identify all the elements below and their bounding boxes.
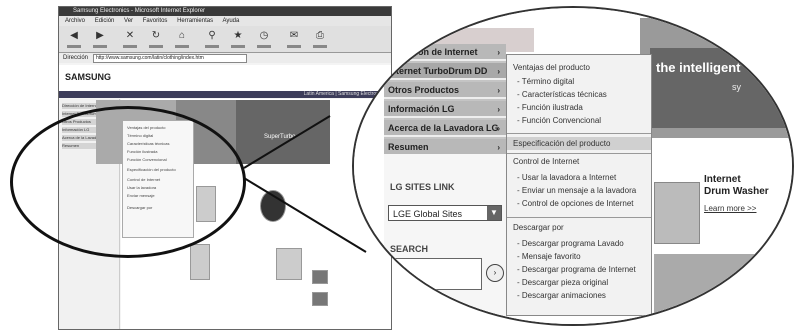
submenu-item[interactable]: - Descargar pieza original <box>517 278 608 287</box>
chevron-down-icon[interactable]: ▼ <box>487 206 501 220</box>
menu-item-label: Internet TurboDrum DD <box>388 66 488 76</box>
search-input[interactable] <box>388 258 482 290</box>
banner-sub: sy <box>732 82 741 92</box>
submenu-item[interactable]: - Control de opciones de Internet <box>517 199 634 208</box>
main-menu-item-acerca[interactable]: Acerca de la Lavadora LG › <box>384 120 506 137</box>
product-title-line2: Drum Washer <box>704 186 769 197</box>
divider <box>507 133 651 134</box>
menu-item-label: Resumen <box>388 142 429 152</box>
submenu-heading[interactable]: Ventajas del producto <box>513 63 590 72</box>
menu-item-label: Otros Productos <box>388 85 460 95</box>
main-menu-item-informacion[interactable]: Información LG › <box>384 101 506 118</box>
main-menu-item-turbodrum[interactable]: Internet TurboDrum DD › <box>384 63 506 80</box>
submenu-item[interactable]: - Función ilustrada <box>517 103 583 112</box>
product-info: Internet Drum Washer Learn more >> <box>704 174 792 234</box>
menu-item-label: Acerca de la Lavadora LG <box>388 123 499 133</box>
menu-item-label: Dirección de Internet <box>388 47 478 57</box>
chevron-right-icon: › <box>497 67 500 76</box>
submenu-item[interactable]: - Descargar programa Lavado <box>517 239 624 248</box>
left-column: LG SITES LINK SEARCH <box>384 154 506 324</box>
submenu: Ventajas del producto - Término digital … <box>506 54 652 316</box>
bottom-banner <box>654 254 792 324</box>
submenu-item[interactable]: - Descargar animaciones <box>517 291 606 300</box>
site-select[interactable]: LGE Global Sites ▼ <box>388 205 502 221</box>
submenu-item[interactable]: - Características técnicas <box>517 90 607 99</box>
submenu-heading[interactable]: Control de Internet <box>513 157 579 166</box>
chevron-right-icon: › <box>497 48 500 57</box>
banner-headline: the intelligent <box>656 60 741 75</box>
learn-more-link[interactable]: Learn more >> <box>704 204 792 213</box>
submenu-heading[interactable]: Descargar por <box>513 223 564 232</box>
submenu-item[interactable]: - Función Convencional <box>517 116 601 125</box>
sites-label: LG SITES LINK <box>390 182 455 192</box>
chevron-right-icon: › <box>497 124 500 133</box>
main-menu-item-otros[interactable]: Otros Productos › <box>384 82 506 99</box>
search-go-icon[interactable]: › <box>486 264 504 282</box>
site-select-value: LGE Global Sites <box>393 209 463 219</box>
magnified-view: the intelligent sy Dirección de Internet… <box>352 6 794 326</box>
product-title-line1: Internet <box>704 174 741 185</box>
main-menu-item-internet[interactable]: Dirección de Internet › <box>384 44 506 61</box>
main-dropdown: Dirección de Internet › Internet TurboDru… <box>384 44 506 156</box>
submenu-item[interactable]: - Descargar programa de Internet <box>517 265 636 274</box>
divider <box>507 153 651 154</box>
chevron-right-icon: › <box>497 86 500 95</box>
menu-item-label: Información LG <box>388 104 455 114</box>
submenu-item[interactable]: - Mensaje favorito <box>517 252 581 261</box>
submenu-heading[interactable]: Especificación del producto <box>513 139 610 148</box>
divider <box>507 217 651 218</box>
submenu-item[interactable]: - Enviar un mensaje a la lavadora <box>517 186 636 195</box>
submenu-item[interactable]: - Usar la lavadora a Internet <box>517 173 616 182</box>
chevron-right-icon: › <box>497 105 500 114</box>
product-image[interactable] <box>654 182 700 244</box>
submenu-item[interactable]: - Término digital <box>517 77 574 86</box>
right-banner: the intelligent sy <box>640 18 792 138</box>
search-label: SEARCH <box>390 244 429 254</box>
